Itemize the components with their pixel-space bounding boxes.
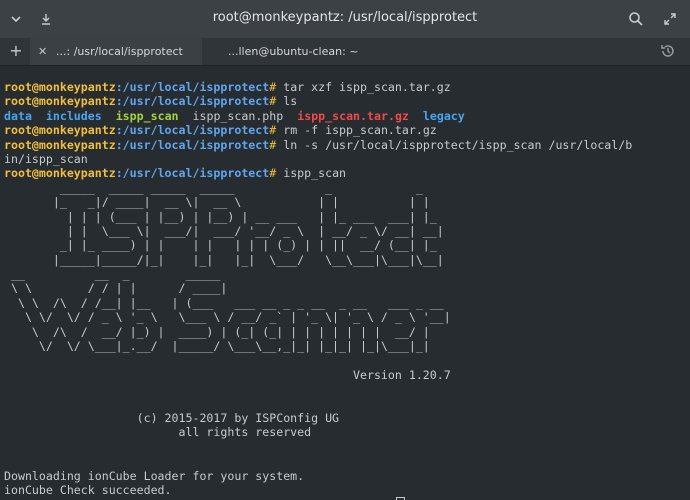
terminal-line: \ \/ \/ / _ \ '_ \ \___ \ / __/ _` | '_ …	[4, 310, 632, 324]
terminal-segment	[4, 353, 11, 367]
terminal-line: root@monkeypantz:/usr/local/ispprotect# …	[4, 166, 632, 180]
terminal-line: \ \ / / | | / ____|	[4, 281, 632, 295]
terminal-line	[4, 382, 632, 396]
terminal-segment: root@monkeypantz	[4, 137, 116, 152]
terminal-segment: \ \ / / | | / ____|	[4, 281, 228, 296]
terminal-segment	[102, 109, 116, 123]
close-icon[interactable]: ✕	[38, 38, 47, 65]
terminal-text: root@monkeypantz:/usr/local/ispprotect# …	[4, 80, 632, 500]
terminal-segment: ls	[283, 94, 298, 109]
terminal-segment: _____ _____ _____ _____ _ _	[4, 180, 423, 195]
terminal-segment: ispp_scan.php	[192, 108, 284, 123]
tab-label: ...: /usr/local/ispprotect	[56, 45, 183, 58]
terminal-segment: rm -f ispp_scan.tar.gz	[283, 123, 437, 138]
terminal-line: data includes ispp_scan ispp_scan.php is…	[4, 109, 632, 123]
terminal-line	[4, 397, 632, 411]
terminal-segment	[4, 440, 11, 454]
terminal-segment: data	[4, 108, 32, 123]
terminal-line: (c) 2015-2017 by ISPConfig UG	[4, 411, 632, 425]
terminal-segment: | | \___ \| ___/| ___/ '__/ _ \ | __/ _ …	[4, 223, 444, 238]
terminal-segment: \ \/ \/ / _ \ '_ \ \___ \ / __/ _` | '_ …	[4, 310, 451, 325]
terminal-line	[4, 454, 632, 468]
terminal-line: ionCube Check succeeded.	[4, 483, 632, 497]
history-icon[interactable]	[660, 43, 676, 59]
terminal-line: root@monkeypantz:/usr/local/ispprotect# …	[4, 138, 632, 152]
terminal-segment: all rights reserved	[4, 425, 312, 440]
maximize-icon[interactable]	[660, 9, 680, 29]
terminal-line: Downloading ionCube Loader for your syst…	[4, 469, 632, 483]
terminal-line	[4, 353, 632, 367]
terminal-line: in/ispp_scan	[4, 152, 632, 166]
terminal-segment: #	[269, 94, 284, 109]
terminal-segment: \ \ /\ / /__| |__ | (___ ___ __ _ _ __ _…	[4, 295, 444, 310]
terminal-segment: :/usr/local/ispprotect	[115, 137, 270, 152]
terminal-segment: root@monkeypantz	[4, 123, 116, 138]
terminal-segment: ispp_scan	[283, 166, 347, 181]
terminal-line: \ \ /\ / /__| |__ | (___ ___ __ _ _ __ _…	[4, 296, 632, 310]
terminal-segment: __ __ _ _____	[4, 267, 221, 282]
terminal-line: | | \___ \| ___/| ___/ '__/ _ \ | __/ _ …	[4, 224, 632, 238]
terminal-line	[4, 440, 632, 454]
terminal-segment: Version 1.20.7	[4, 367, 451, 382]
terminal-segment: #	[269, 80, 284, 94]
terminal-segment: |_ _|/ ____| __ \| __ \ | | | |	[4, 195, 430, 210]
terminal-segment: (c) 2015-2017 by ISPConfig UG	[4, 410, 340, 425]
tab-bar: + ✕ ...: /usr/local/ispprotect ...llen@u…	[0, 38, 690, 66]
terminal-line: __ __ _ _____	[4, 267, 632, 281]
terminal-window: root@monkeypantz: /usr/local/ispprotect …	[0, 0, 690, 500]
terminal-line: Version 1.20.7	[4, 368, 632, 382]
terminal-line: | | | (___ | |__) | |__) | __ ___ | |_ _…	[4, 210, 632, 224]
terminal-line: root@monkeypantz:/usr/local/ispprotect# …	[4, 80, 632, 94]
terminal-segment: root@monkeypantz	[4, 80, 116, 94]
terminal-segment: ispp_scan	[115, 108, 179, 123]
terminal-segment: :/usr/local/ispprotect	[115, 94, 270, 109]
terminal-segment: _| |_ ____) | | | | | | | (_) | | || __/…	[4, 238, 437, 253]
terminal-line: root@monkeypantz:/usr/local/ispprotect# …	[4, 123, 632, 137]
terminal-segment: :/usr/local/ispprotect	[115, 80, 270, 94]
terminal-segment: root@monkeypantz	[4, 94, 116, 109]
terminal-line: |_ _|/ ____| __ \| __ \ | | | |	[4, 195, 632, 209]
terminal-line: all rights reserved	[4, 425, 632, 439]
terminal-segment	[4, 397, 11, 411]
search-icon[interactable]	[626, 9, 646, 29]
terminal-segment	[4, 382, 11, 396]
tab-ispprotect[interactable]: ✕ ...: /usr/local/ispprotect	[30, 38, 202, 65]
title-bar: root@monkeypantz: /usr/local/ispprotect	[0, 0, 690, 38]
terminal-segment	[4, 454, 11, 468]
terminal-line: _| |_ ____) | | | | | | | (_) | | || __/…	[4, 238, 632, 252]
terminal-segment: includes	[45, 108, 102, 123]
terminal-segment: #	[269, 137, 284, 152]
terminal-segment: :/usr/local/ispprotect	[115, 166, 270, 181]
terminal-line: |_____|_____/|_| |_| |_| \___/ \__\___|\…	[4, 253, 632, 267]
terminal-segment: \ /\ / __/ |_) | ____) | (_| (_| | | | |…	[4, 324, 430, 339]
terminal-segment	[179, 109, 193, 123]
terminal-segment: root@monkeypantz	[4, 166, 116, 181]
terminal-segment: Downloading ionCube Loader for your syst…	[4, 468, 305, 483]
tab-label: ...llen@ubuntu-clean: ~	[228, 45, 359, 58]
plus-icon[interactable]: +	[8, 42, 24, 60]
terminal-line: root@monkeypantz:/usr/local/ispprotect# …	[4, 94, 632, 108]
terminal-line: _____ _____ _____ _____ _ _	[4, 181, 632, 195]
terminal-segment	[283, 109, 297, 123]
terminal-output[interactable]: root@monkeypantz:/usr/local/ispprotect# …	[0, 66, 690, 500]
terminal-segment	[409, 109, 423, 123]
terminal-line: \/ \/ \___|_.__/ |_____/ \___\__,_|_| |_…	[4, 339, 632, 353]
terminal-segment: #	[269, 123, 284, 138]
terminal-segment: tar xzf ispp_scan.tar.gz	[283, 80, 451, 94]
terminal-segment: ispp_scan.tar.gz	[297, 108, 409, 123]
terminal-line: \ /\ / __/ |_) | ____) | (_| (_| | | | |…	[4, 325, 632, 339]
window-title: root@monkeypantz: /usr/local/ispprotect	[212, 10, 478, 25]
terminal-segment: in/ispp_scan	[4, 151, 88, 166]
tab-ubuntu-clean[interactable]: ...llen@ubuntu-clean: ~	[202, 38, 402, 65]
terminal-segment: | | | (___ | |__) | |__) | __ ___ | |_ _…	[4, 209, 437, 224]
terminal-segment: |_____|_____/|_| |_| |_| \___/ \__\___|\…	[4, 252, 444, 267]
terminal-segment: \/ \/ \___|_.__/ |_____/ \___\__,_|_| |_…	[4, 339, 430, 354]
terminal-segment: legacy	[422, 108, 465, 123]
terminal-segment: #	[269, 166, 284, 181]
terminal-segment	[32, 109, 46, 123]
terminal-segment: :/usr/local/ispprotect	[115, 123, 270, 138]
terminal-segment: ln -s /usr/local/ispprotect/ispp_scan /u…	[283, 137, 633, 152]
terminal-segment: ionCube Check succeeded.	[4, 482, 172, 497]
